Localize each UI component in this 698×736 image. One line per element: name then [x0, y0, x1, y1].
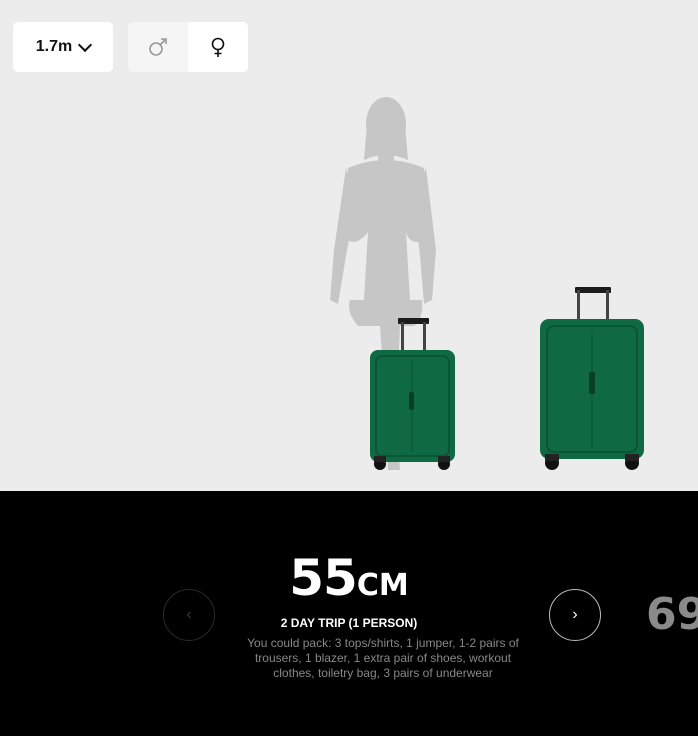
size-number: 55 — [289, 549, 358, 607]
size-info-panel: ‹ 55CM 2 DAY TRIP (1 PERSON) You could p… — [0, 491, 698, 736]
size-comparison-viewer: 1.7m — [0, 0, 698, 491]
female-symbol-icon — [211, 37, 225, 57]
male-toggle-button[interactable] — [128, 22, 188, 72]
female-toggle-button[interactable] — [188, 22, 248, 72]
chevron-right-icon: › — [572, 606, 578, 623]
height-value: 1.7m — [35, 38, 73, 55]
suitcase-69cm — [540, 287, 644, 470]
gender-toggle — [128, 22, 248, 72]
next-size-button[interactable]: › — [549, 589, 601, 641]
next-size-peek[interactable]: 69 — [646, 589, 698, 640]
height-select[interactable]: 1.7m — [13, 22, 113, 72]
male-symbol-icon — [149, 38, 167, 56]
comparison-scene — [330, 97, 644, 470]
size-unit: CM — [356, 568, 409, 603]
chevron-down-icon — [78, 37, 93, 52]
pack-description: You could pack: 3 tops/shirts, 1 jumper,… — [247, 636, 519, 680]
